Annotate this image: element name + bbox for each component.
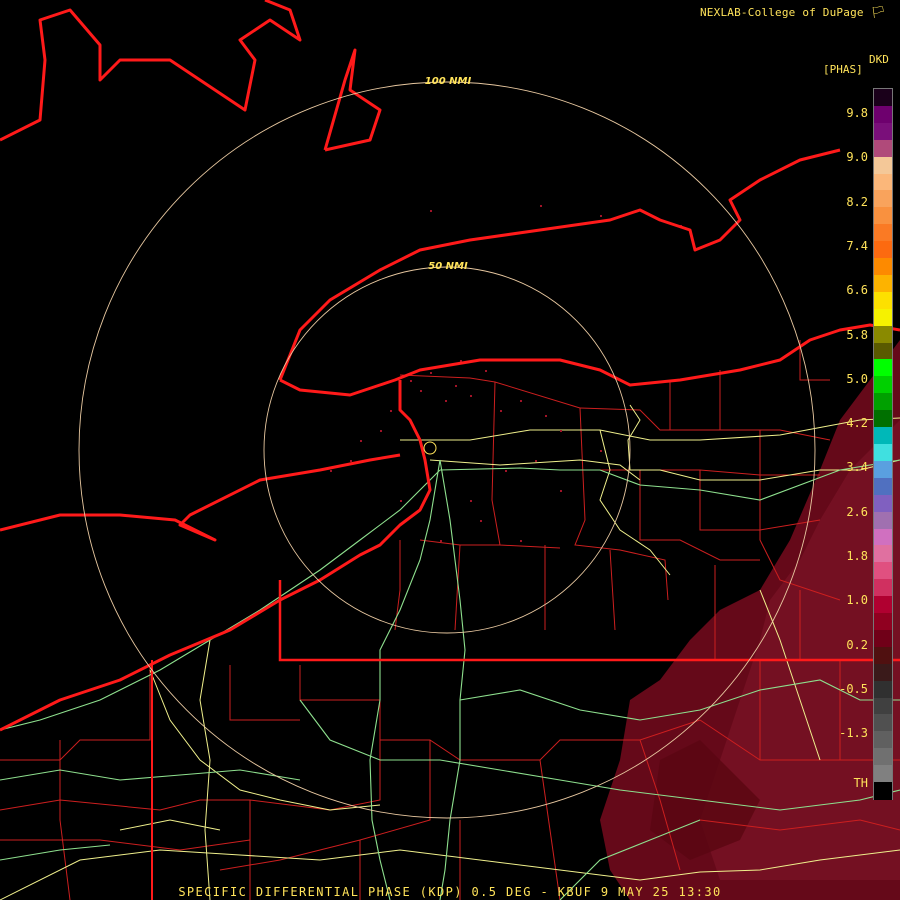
legend-swatch [874,646,892,665]
legend-swatch [874,562,892,580]
legend-swatch [874,376,892,394]
legend-swatch [874,308,892,327]
legend-swatch [874,460,892,479]
legend-swatch [874,444,892,462]
legend-tick-label: 1.8 [846,549,868,563]
legend-swatch [874,173,892,192]
logo-icon: 🏳 [870,5,886,19]
radar-site-marker [423,441,437,455]
legend-tick-label: 9.8 [846,106,868,120]
ring-label-100: 100 NMI [425,76,472,87]
legend-swatch [874,258,892,276]
legend-tick-label: 6.6 [846,283,868,298]
legend-swatch [874,596,892,614]
legend-swatch [874,545,892,563]
legend-swatch [874,224,892,242]
legend-swatch [874,748,892,766]
legend-swatch [874,359,892,377]
color-legend-bar [873,88,893,800]
legend-swatch [874,511,892,530]
legend-swatch [874,122,892,141]
legend-swatch [874,528,892,547]
legend-swatch [874,105,892,124]
legend-tick-label: 1.0 [846,593,868,608]
legend-swatch [874,325,892,344]
legend-swatch [874,410,892,428]
legend-tick-label: 7.4 [846,238,868,253]
legend-tick-label: -1.3 [839,726,868,741]
ring-50nmi [263,266,631,634]
legend-tick-label: -0.5 [839,681,868,696]
legend-product-code: DKD [869,53,889,66]
legend-swatch [874,241,892,259]
radar-map[interactable]: 50 NMI 100 NMI [0,0,900,900]
legend-swatch [874,89,892,107]
legend-swatch [874,765,892,783]
legend-swatch [874,477,892,496]
legend-swatch [874,782,892,800]
legend-swatch [874,274,892,293]
legend-swatch [874,680,892,699]
legend-swatch [874,494,892,513]
clutter [330,205,682,542]
legend-tick-label: 8.2 [846,194,868,209]
legend-swatch [874,697,892,716]
legend-swatch [874,427,892,445]
radar-map-view[interactable]: 50 NMI 100 NMI NEXLAB-College of DuPage … [0,0,900,900]
legend-swatch [874,663,892,682]
credit-text: NEXLAB-College of DuPage [699,6,864,19]
product-caption: SPECIFIC DIFFERENTIAL PHASE (KDP) 0.5 DE… [178,885,722,899]
legend-tick-label: TH [853,775,868,790]
legend-swatch [874,139,892,158]
legend-tick-label: 4.2 [846,416,868,431]
legend-swatch [874,613,892,631]
legend-tick-label: 3.4 [846,460,868,475]
legend-tick-label: 5.0 [846,371,868,386]
legend-swatch [874,342,892,361]
legend-swatch [874,291,892,310]
credit-label: NEXLAB-College of DuPage 🏳 [700,5,886,19]
legend-swatch [874,190,892,208]
legend-tick-label: 5.8 [846,327,868,342]
legend-tick-label: 2.6 [846,504,868,519]
legend-tick-label: 9.0 [846,150,868,165]
legend-tick-label: 0.2 [846,637,868,652]
ring-label-50: 50 NMI [428,261,468,272]
legend-swatch [874,629,892,648]
legend-swatch [874,731,892,749]
legend-unit: [PHAS] [823,63,863,76]
legend-swatch [874,579,892,597]
legend-swatch [874,393,892,411]
legend-swatch [874,207,892,225]
legend-swatch [874,156,892,175]
legend-swatch [874,714,892,732]
